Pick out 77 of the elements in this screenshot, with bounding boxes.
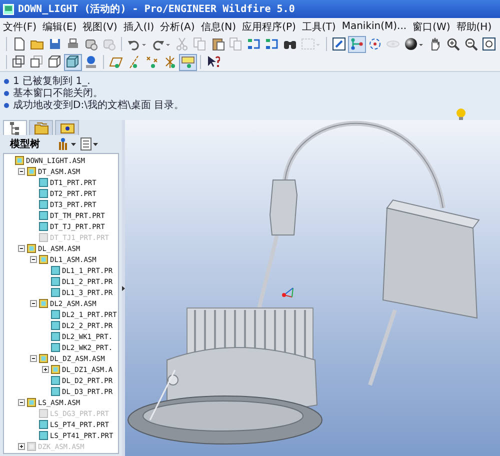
expand-toggle-icon[interactable] [30, 355, 37, 362]
assembly-icon [39, 299, 48, 308]
app-icon [3, 4, 14, 14]
datum-axis-icon [127, 55, 141, 69]
assembly-icon [27, 398, 36, 407]
navigator-tab[interactable] [55, 120, 79, 135]
datum-display-icon [350, 37, 364, 51]
lightbulb-icon[interactable] [456, 108, 466, 122]
repaint-button[interactable] [330, 36, 348, 52]
menu-item[interactable]: 编辑(E) [42, 20, 77, 34]
menu-item[interactable]: 帮助(H) [456, 20, 492, 34]
expand-toggle-icon[interactable] [18, 245, 25, 252]
panel-title: 模型树 [10, 138, 41, 151]
settings-dropdown-button[interactable] [58, 137, 78, 151]
hidden-line-cube-icon [30, 55, 44, 69]
shade-button[interactable] [402, 36, 426, 52]
copy-icon [229, 37, 243, 51]
bullet-icon [4, 78, 9, 84]
navigator-tab[interactable] [29, 120, 53, 135]
document-icon [12, 37, 26, 51]
spin-center-icon [368, 37, 382, 51]
datum-plane-icon [109, 55, 123, 69]
shading-button[interactable] [64, 54, 82, 70]
selection-box-icon [301, 37, 321, 51]
expand-toggle-icon[interactable] [18, 168, 25, 175]
menu-item[interactable]: 插入(I) [123, 20, 154, 34]
menu-item[interactable]: 应用程序(P) [242, 20, 296, 34]
message-text: 1 已被复制到 1_. [13, 74, 90, 88]
refit-button[interactable] [480, 36, 498, 52]
wireframe-cube-icon [12, 55, 26, 69]
sphere-icon [404, 37, 424, 51]
shaded-cube-icon [66, 55, 80, 69]
expand-toggle-icon[interactable] [42, 366, 49, 373]
bullet-icon [4, 90, 9, 96]
collapse-arrow-icon [122, 286, 125, 290]
window-title: DOWN_LIGHT (活动的) - Pro/ENGINEER Wildfire 5.0 [18, 2, 295, 16]
settings-icon [58, 137, 78, 151]
bullet-icon [4, 102, 9, 108]
copy-icon [193, 37, 207, 51]
show-dropdown-button[interactable] [80, 137, 100, 151]
menu-item[interactable]: Manikin(M)... [342, 21, 407, 32]
annotation-button[interactable] [179, 54, 197, 70]
datum-point-icon [145, 55, 159, 69]
favorites-icon [60, 120, 74, 136]
coordinate-system-icon [163, 55, 177, 69]
list-icon [80, 137, 100, 151]
clipboard-icon [211, 37, 225, 51]
menu-item[interactable]: 信息(N) [200, 20, 236, 34]
repaint-icon [332, 37, 346, 51]
regenerate-icon [247, 37, 261, 51]
refit-icon [482, 37, 496, 51]
navigator-tab[interactable] [3, 120, 27, 135]
printer-icon [66, 37, 80, 51]
regenerate-icon [265, 37, 279, 51]
zoom-out-icon [464, 37, 478, 51]
expand-toggle-icon[interactable] [30, 300, 37, 307]
expand-toggle-icon[interactable] [30, 256, 37, 263]
scissors-icon [175, 37, 189, 51]
help-cursor-icon [206, 55, 220, 69]
zoom-in-icon [446, 37, 460, 51]
model-display-icon [84, 55, 98, 69]
assembly-icon [27, 442, 36, 451]
folders-icon [34, 120, 48, 136]
message-text: 基本窗口不能关闭。 [13, 86, 103, 100]
menu-item[interactable]: 分析(A) [160, 20, 195, 34]
message-text: 成功地改变到D:\我的文档\桌面 目录。 [13, 98, 184, 112]
coordinate-axes-icon [281, 285, 295, 299]
datum-button[interactable] [348, 36, 366, 52]
device-icon [84, 37, 98, 51]
expand-toggle-icon[interactable] [18, 399, 25, 406]
menu-item[interactable]: 窗口(W) [412, 20, 450, 34]
menu-item[interactable]: 视图(V) [82, 20, 118, 34]
menu-item[interactable]: 工具(T) [302, 20, 336, 34]
annotation-icon [181, 55, 195, 69]
cube-icon [48, 55, 62, 69]
device-icon [102, 37, 116, 51]
menu-item[interactable]: 文件(F) [3, 20, 37, 34]
